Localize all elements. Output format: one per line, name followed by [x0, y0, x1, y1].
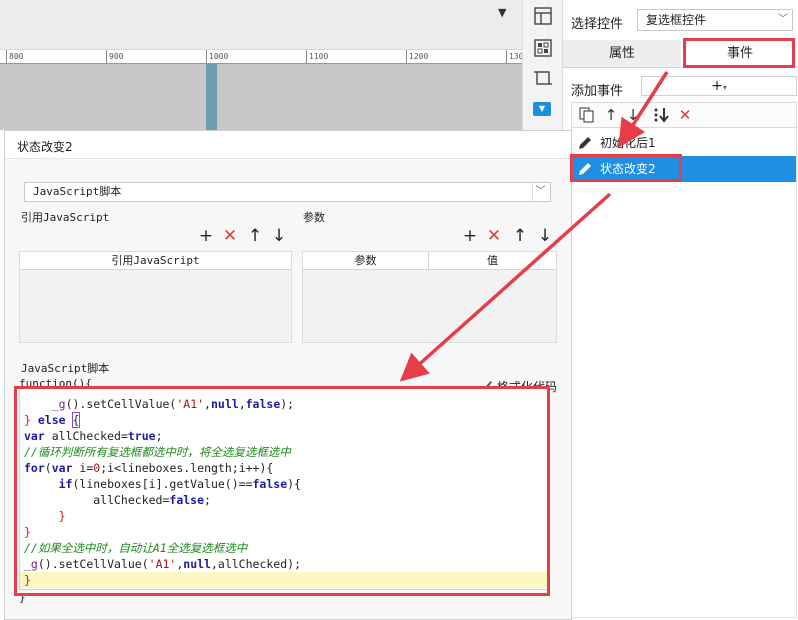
dialog-titlebar: 状态改变2 — [5, 131, 571, 159]
delete-icon[interactable]: ✕ — [676, 106, 694, 124]
annotation-box-code — [14, 386, 550, 596]
ruler-label: 900 — [109, 52, 124, 61]
event-item-init[interactable]: 初始化后1 — [572, 130, 796, 156]
move-up-icon[interactable]: ↑ — [602, 106, 620, 124]
copy-icon[interactable] — [578, 106, 596, 124]
move-down-icon[interactable]: ↓ — [624, 106, 642, 124]
layout-icon[interactable] — [533, 6, 553, 26]
widget-icon-strip: ▼ — [522, 0, 562, 130]
ruler-tick — [506, 50, 507, 63]
selected-column-highlight[interactable] — [206, 64, 217, 130]
value-column-header: 值 — [429, 252, 556, 270]
add-icon[interactable]: + — [461, 227, 479, 245]
chevron-down-icon: ﹀ — [778, 14, 788, 25]
ruler-label: 1100 — [309, 52, 329, 61]
dialog-title: 状态改变2 — [17, 140, 73, 154]
ruler-tick — [6, 50, 7, 63]
script-section-label: JavaScript脚本 — [21, 362, 110, 375]
report-designer-canvas: ▼ 800 900 1000 1100 1200 130 — [0, 0, 522, 130]
ruler-tick — [406, 50, 407, 63]
select-control-label: 选择控件 — [571, 17, 624, 32]
move-down-icon[interactable]: ↓ — [536, 227, 554, 245]
crop-icon[interactable] — [533, 68, 553, 88]
tab-properties[interactable]: 属性 — [563, 40, 681, 68]
select-control-dropdown[interactable]: 复选框控件 ﹀ — [637, 9, 793, 31]
move-up-icon[interactable]: ↑ — [246, 227, 264, 245]
delete-icon[interactable]: ✕ — [221, 227, 239, 245]
params-column-header: 参数 — [303, 252, 429, 270]
add-event-label: 添加事件 — [571, 84, 624, 99]
params-label: 参数 — [303, 211, 325, 224]
annotation-box-event-item — [570, 154, 682, 182]
right-properties-panel: 选择控件 复选框控件 ﹀ 属性 事件 添加事件 +▾ ↑ ↓ ✕ 初始化后1 状… — [562, 0, 798, 620]
chevron-down-icon: ▾ — [722, 83, 727, 92]
add-icon[interactable]: + — [197, 227, 215, 245]
delete-icon[interactable]: ✕ — [485, 227, 503, 245]
dropdown-icon[interactable]: ▼ — [533, 102, 551, 116]
ruler-label: 130 — [509, 52, 522, 61]
ruler-tick — [106, 50, 107, 63]
move-down-icon[interactable]: ↓ — [270, 227, 288, 245]
edit-pen-icon — [579, 137, 591, 149]
event-item-label: 初始化后1 — [600, 136, 656, 150]
event-list: 初始化后1 状态改变2 — [571, 128, 797, 618]
column-ruler: 800 900 1000 1100 1200 130 — [0, 50, 522, 64]
form-icon[interactable] — [533, 38, 553, 58]
event-toolbar: ↑ ↓ ✕ — [571, 102, 797, 128]
ruler-label: 1200 — [409, 52, 429, 61]
ref-js-column-header: 引用JavaScript — [20, 252, 291, 270]
params-table: 参数 值 — [302, 251, 557, 343]
ruler-label: 800 — [9, 52, 24, 61]
select-control-value: 复选框控件 — [646, 13, 707, 27]
add-event-button[interactable]: +▾ — [641, 76, 797, 96]
reorder-down-icon[interactable] — [652, 106, 670, 124]
collapse-icon[interactable]: ▼ — [498, 6, 506, 19]
ref-js-label: 引用JavaScript — [21, 211, 110, 224]
ref-js-table: 引用JavaScript — [19, 251, 292, 343]
script-type-value: JavaScript脚本 — [33, 185, 122, 198]
ruler-tick — [306, 50, 307, 63]
script-type-select[interactable]: JavaScript脚本 ﹀ — [24, 182, 551, 202]
designer-toolbar-area: ▼ — [0, 0, 522, 50]
chevron-down-icon: ﹀ — [532, 183, 548, 201]
ruler-tick — [206, 50, 207, 63]
plus-icon: + — [711, 78, 723, 94]
move-up-icon[interactable]: ↑ — [511, 227, 529, 245]
ruler-label: 1000 — [209, 52, 229, 61]
annotation-box-events-tab — [683, 38, 795, 68]
